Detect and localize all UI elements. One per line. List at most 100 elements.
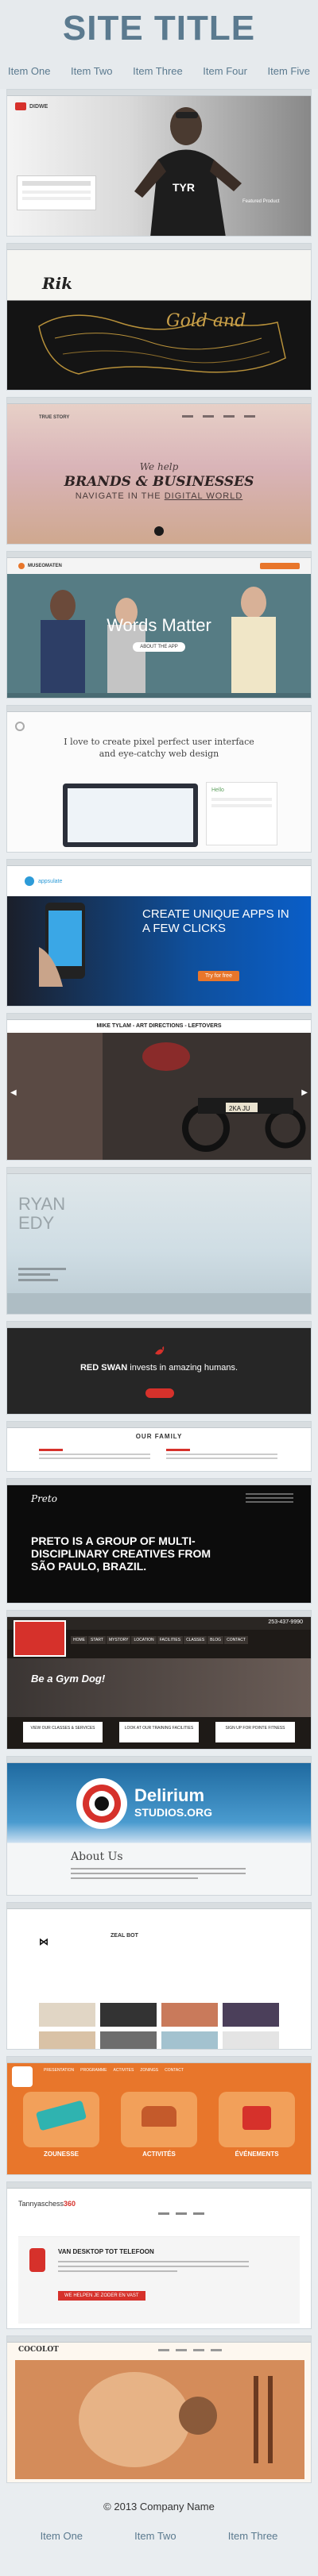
copyright: © 2013 Company Name bbox=[103, 2501, 215, 2512]
next-arrow-icon[interactable]: ▶ bbox=[301, 1088, 308, 1097]
orange-menu: PRESENTATION PROGRAMME ACTIVITES ZONINGS… bbox=[44, 2068, 184, 2073]
gallery-shot-gym[interactable]: 253-437-9990 HOME START MYSTORY LOCATION… bbox=[6, 1610, 312, 1750]
club-logo bbox=[12, 2066, 33, 2087]
gallery-shot-map[interactable]: Rik Gold and bbox=[6, 243, 312, 391]
gallery-shot-museomaten[interactable]: MUSEOMATEN Words Matter ABOUT THE APP bbox=[6, 551, 312, 699]
shot-logo: Tannyaschess360 bbox=[18, 2200, 76, 2208]
svg-text:TYR: TYR bbox=[173, 181, 195, 194]
gallery-shot-appsulate[interactable]: appsulate CREATE UNIQUE APPS IN A FEW CL… bbox=[6, 859, 312, 1007]
gallery-shot-red-swan[interactable]: RED SWAN invests in amazing humans. bbox=[6, 1321, 312, 1415]
about-text-lines bbox=[71, 1868, 246, 1879]
shot-topbar: MUSEOMATEN bbox=[7, 558, 311, 574]
gallery-shot-true-story[interactable]: TRUE STORY We help BRANDS & BUSINESSES N… bbox=[6, 397, 312, 545]
contact-lines bbox=[246, 1493, 293, 1503]
gallery-shot-activites[interactable]: PRESENTATION PROGRAMME ACTIVITES ZONINGS… bbox=[6, 2056, 312, 2175]
browser-bar bbox=[7, 1322, 311, 1328]
motorbike-photo: 2KA JU bbox=[7, 1033, 311, 1160]
browser-bar bbox=[7, 2336, 311, 2343]
featured-caption: Featured Product bbox=[242, 199, 280, 204]
gallery-shot-our-family[interactable]: OUR FAMILY bbox=[6, 1421, 312, 1472]
thumb-row-2 bbox=[39, 2031, 279, 2049]
shot-menu bbox=[182, 415, 255, 418]
browser-bar bbox=[7, 1757, 311, 1763]
thumb-row bbox=[39, 2003, 279, 2027]
browser-bar bbox=[7, 2182, 311, 2189]
screenshot-gallery: DIDWE TYR Featured Product Rik Gold and … bbox=[0, 89, 318, 2483]
footer-nav-item-two[interactable]: Item Two bbox=[134, 2530, 176, 2542]
gallery-shot-zeal[interactable]: ⋈ ZEAL BOT bbox=[6, 1902, 312, 2050]
scroll-dot[interactable] bbox=[154, 526, 164, 536]
info-card bbox=[17, 175, 96, 210]
shot-topbar: appsulate bbox=[7, 866, 311, 896]
family-col-right bbox=[166, 1449, 277, 1459]
footer-nav-item-three[interactable]: Item Three bbox=[228, 2530, 278, 2542]
swan-icon bbox=[155, 1346, 165, 1355]
browser-bar bbox=[7, 90, 311, 96]
gallery-shot-360[interactable]: Tannyaschess360 VAN DESKTOP TOT TELEFOON… bbox=[6, 2181, 312, 2329]
gym-menu: HOME START MYSTORY LOCATION FACILITIES C… bbox=[71, 1636, 248, 1644]
browser-bar bbox=[7, 706, 311, 712]
shot-name: RYAN EDY bbox=[18, 1194, 66, 1233]
cta-button[interactable]: WE HELPEN JE ZODER EN VAST bbox=[58, 2291, 145, 2301]
shot-logo: DIDWE bbox=[15, 102, 48, 110]
shot-menu bbox=[158, 2349, 222, 2351]
gallery-shot-delirium[interactable]: Delirium STUDIOS.ORG About Us bbox=[6, 1756, 312, 1896]
card-zounesse[interactable] bbox=[23, 2092, 99, 2147]
browser-bar bbox=[7, 1903, 311, 1909]
nav-item-three[interactable]: Item Three bbox=[133, 65, 183, 77]
swan-tagline: RED SWAN invests in amazing humans. bbox=[80, 1363, 238, 1373]
family-col-left bbox=[39, 1449, 150, 1459]
gym-logo bbox=[14, 1620, 66, 1657]
browser-bar bbox=[7, 1168, 311, 1174]
device-mockup bbox=[63, 784, 198, 847]
gallery-shot-cocolot[interactable]: COCOLOT bbox=[6, 2335, 312, 2483]
try-free-button[interactable]: Try for free bbox=[198, 971, 239, 981]
site-header: SITE TITLE Item One Item Two Item Three … bbox=[0, 0, 318, 89]
shot-logo: Rik bbox=[42, 274, 73, 293]
gallery-shot-ryan-edy[interactable]: RYAN EDY bbox=[6, 1167, 312, 1315]
shot-logo: COCOLOT bbox=[18, 2346, 59, 2354]
activity-cards bbox=[23, 2092, 295, 2147]
wood-doll-photo bbox=[15, 2360, 304, 2479]
browser-bar bbox=[7, 1014, 311, 1020]
browser-bar bbox=[7, 1611, 311, 1617]
phone-number: 253-437-9990 bbox=[268, 1619, 303, 1625]
athlete-photo: TYR bbox=[134, 107, 242, 236]
zeal-label: ZEAL BOT bbox=[111, 1933, 138, 1939]
swan-button[interactable] bbox=[145, 1388, 174, 1398]
shot-logo: Preto bbox=[31, 1493, 57, 1504]
footer-nav-item-one[interactable]: Item One bbox=[41, 2530, 83, 2542]
preto-headline: PRETO IS A GROUP OF MULTI-DISCIPLINARY C… bbox=[31, 1534, 211, 1573]
shot-logo: TRUE STORY bbox=[39, 415, 70, 420]
content-panel: VAN DESKTOP TOT TELEFOON WE HELPEN JE ZO… bbox=[18, 2236, 300, 2324]
site-title: SITE TITLE bbox=[62, 9, 256, 48]
site-footer: © 2013 Company Name Item One Item Two It… bbox=[0, 2489, 318, 2542]
browser-bar bbox=[7, 1422, 311, 1428]
prev-arrow-icon[interactable]: ◀ bbox=[10, 1088, 17, 1097]
shot-title: MIKE TYLAM - ART DIRECTIONS - LEFTOVERS bbox=[7, 1020, 311, 1033]
gallery-shot-portfolio[interactable]: I love to create pixel perfect user inte… bbox=[6, 705, 312, 853]
nav-item-five[interactable]: Item Five bbox=[267, 65, 309, 77]
about-app-button[interactable]: ABOUT THE APP bbox=[133, 642, 185, 652]
nav-item-four[interactable]: Item Four bbox=[203, 65, 247, 77]
bowtie-icon: ⋈ bbox=[39, 1936, 48, 1947]
phone-icon bbox=[29, 2248, 45, 2272]
museum-icon bbox=[18, 563, 25, 569]
card-activites[interactable] bbox=[121, 2092, 197, 2147]
gallery-shot-preto[interactable]: Preto PRETO IS A GROUP OF MULTI-DISCIPLI… bbox=[6, 1478, 312, 1604]
hero-text: Words Matter ABOUT THE APP bbox=[7, 615, 311, 652]
gallery-shot-athlete[interactable]: DIDWE TYR Featured Product bbox=[6, 89, 312, 237]
gold-script: Gold and bbox=[166, 311, 246, 331]
about-heading: About Us bbox=[71, 1850, 123, 1863]
brand-icon bbox=[15, 102, 26, 110]
browser-bar bbox=[7, 1479, 311, 1485]
gym-hero: Be a Gym Dog! bbox=[7, 1658, 311, 1717]
browser-bar bbox=[7, 860, 311, 866]
gallery-shot-mike-tylam[interactable]: MIKE TYLAM - ART DIRECTIONS - LEFTOVERS … bbox=[6, 1013, 312, 1161]
footer-nav: Item One Item Two Item Three bbox=[0, 2512, 318, 2542]
activity-labels: ZOUNESSE ACTIVITÉS ÉVÉNEMENTS bbox=[43, 2151, 279, 2158]
nav-item-two[interactable]: Item Two bbox=[71, 65, 113, 77]
sidebar-links bbox=[18, 1268, 66, 1281]
nav-item-one[interactable]: Item One bbox=[8, 65, 50, 77]
card-evenements[interactable] bbox=[219, 2092, 295, 2147]
